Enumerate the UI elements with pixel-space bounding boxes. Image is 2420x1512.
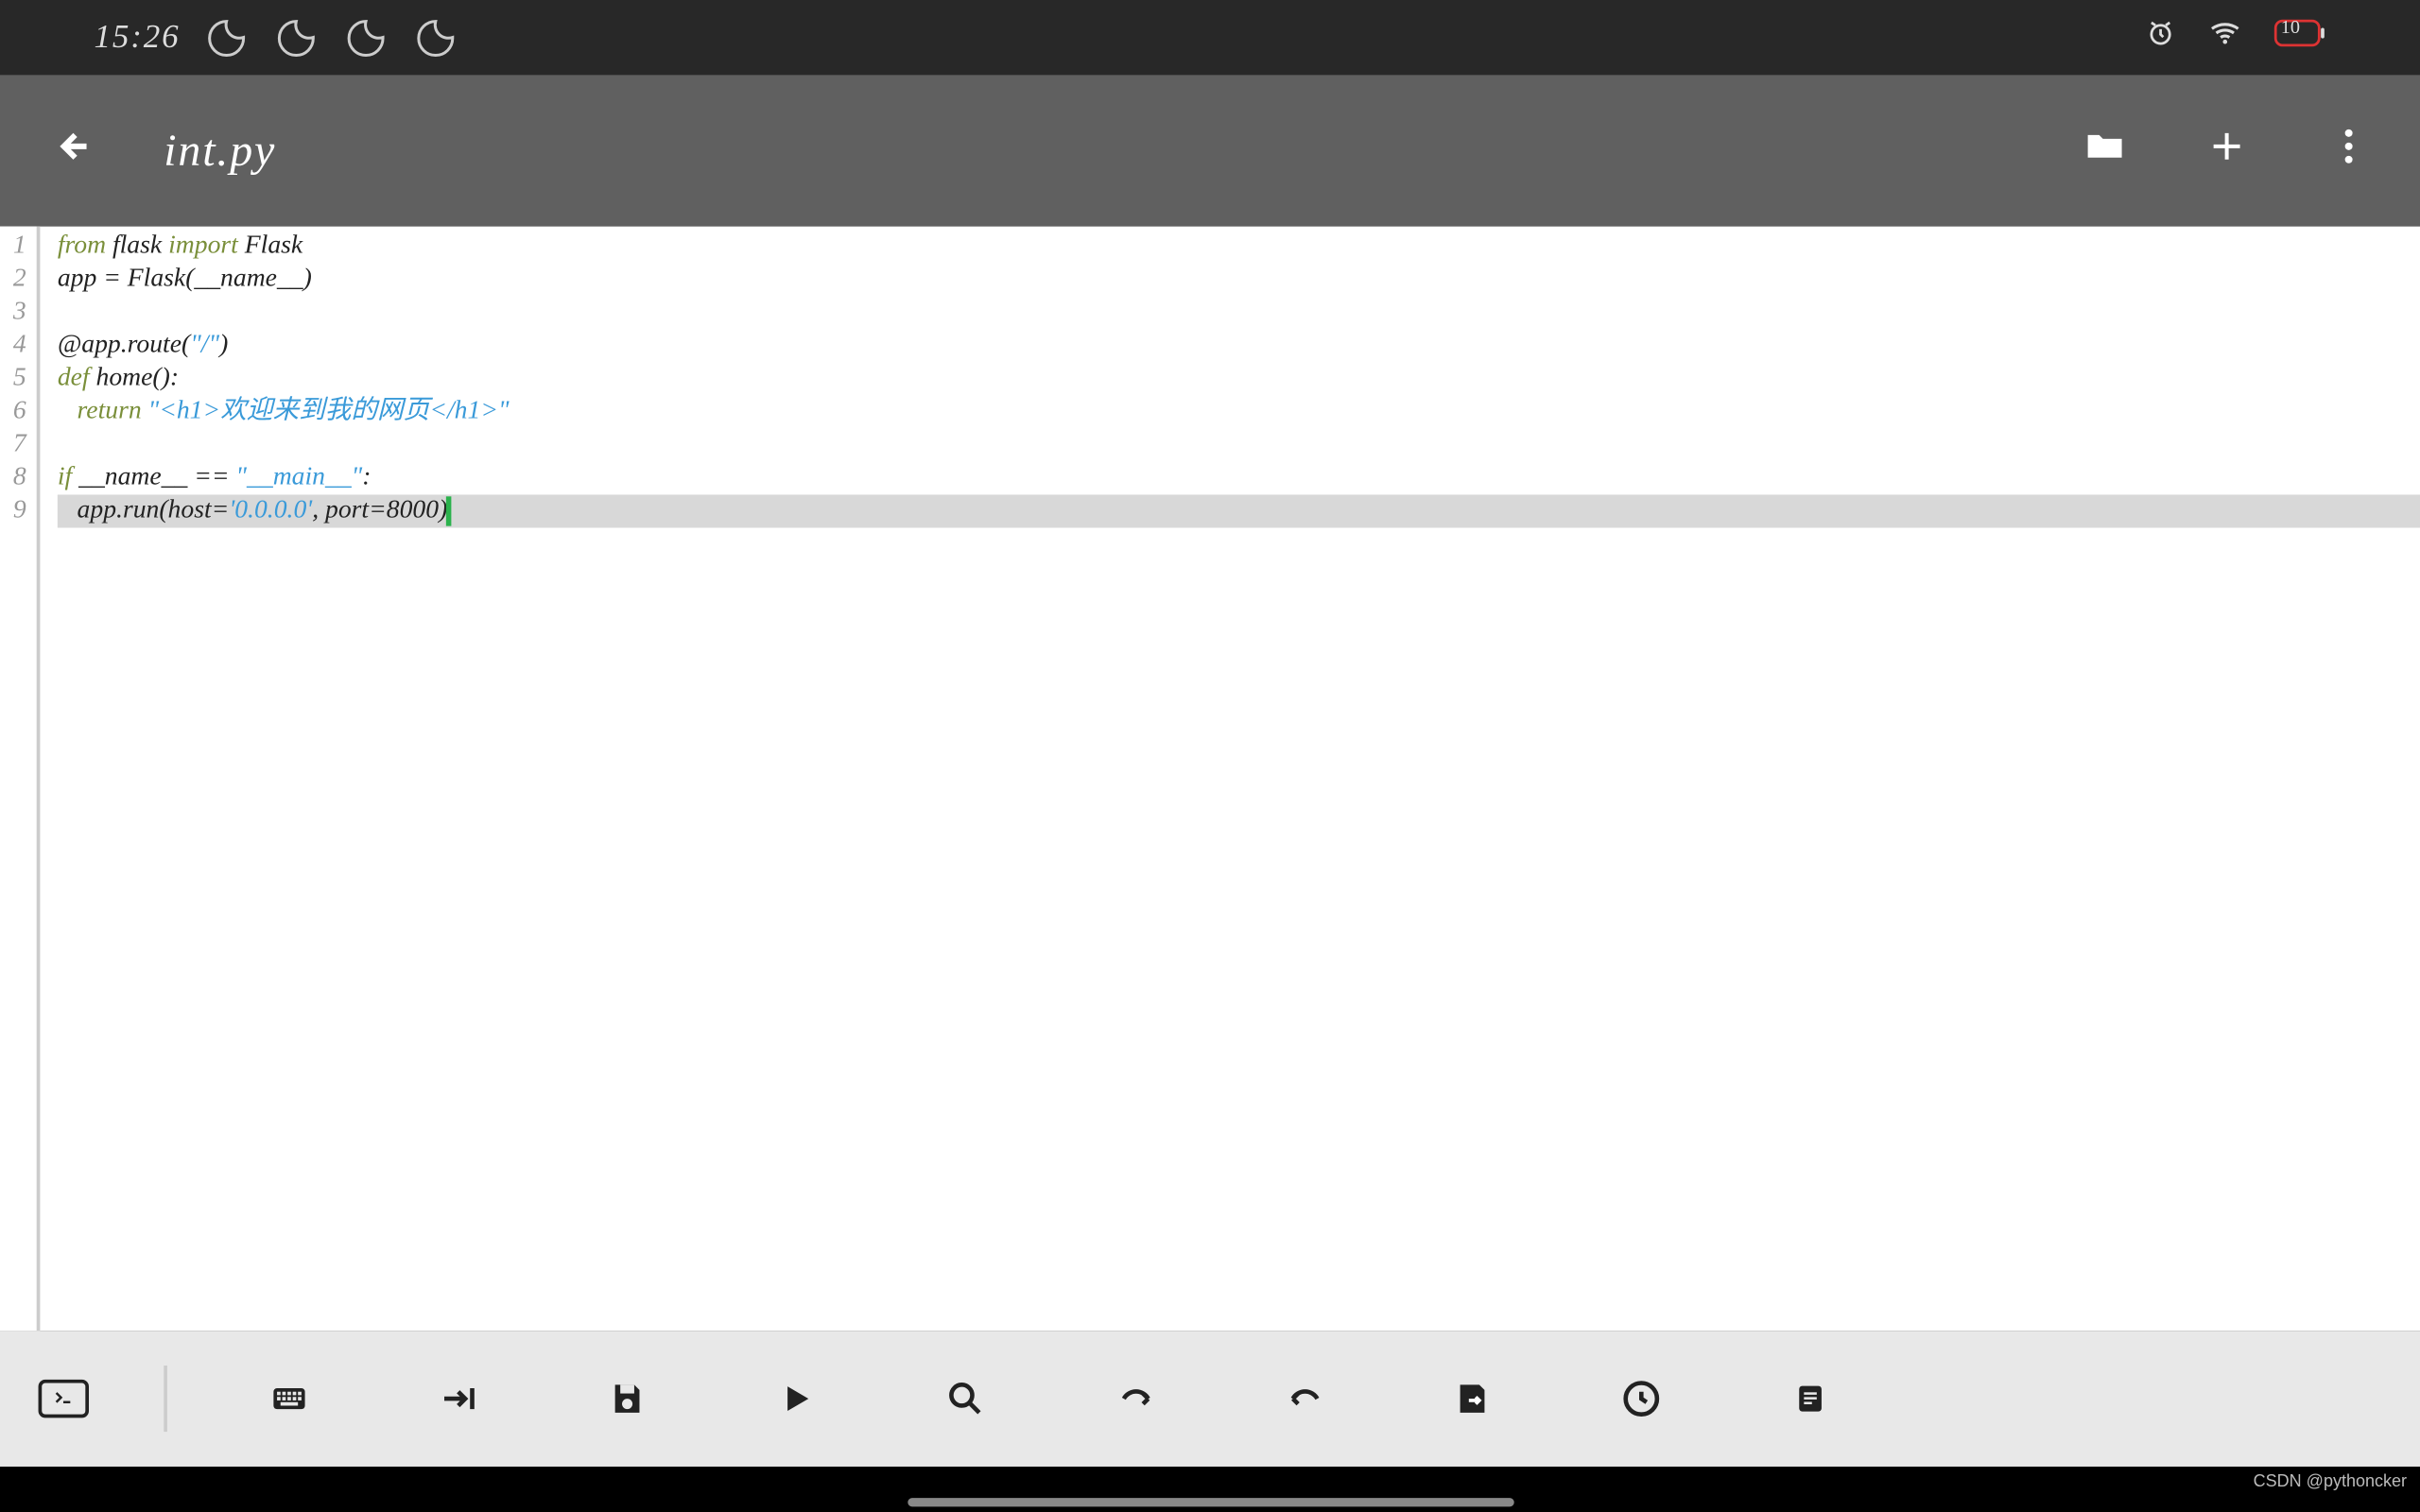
weather-icon <box>344 15 389 60</box>
back-button[interactable] <box>49 124 95 178</box>
more-menu-button[interactable] <box>2326 124 2372 178</box>
alarm-icon <box>2145 17 2176 57</box>
line-number: 5 <box>0 362 26 395</box>
status-bar: 15:26 10 <box>0 0 2420 75</box>
code-line[interactable]: app = Flask(__name__) <box>58 263 2420 296</box>
watermark: CSDN @pythoncker <box>2254 1471 2407 1491</box>
code-line[interactable]: if __name__ == "__main__": <box>58 461 2420 494</box>
code-editor[interactable]: 123456789 from flask import Flaskapp = F… <box>0 227 2420 1332</box>
weather-icon <box>204 15 250 60</box>
notes-button[interactable] <box>1763 1351 1858 1446</box>
folder-button[interactable] <box>2083 124 2128 178</box>
line-number: 3 <box>0 296 26 329</box>
code-line[interactable]: return "<h1>欢迎来到我的网页</h1>" <box>58 395 2420 428</box>
line-number: 9 <box>0 494 26 527</box>
save-button[interactable] <box>580 1351 675 1446</box>
code-line[interactable]: from flask import Flask <box>58 230 2420 263</box>
line-number: 8 <box>0 461 26 494</box>
battery-level: 10 <box>2281 17 2300 38</box>
code-line[interactable]: @app.route("/") <box>58 329 2420 362</box>
redo-button[interactable] <box>1256 1351 1351 1446</box>
search-button[interactable] <box>918 1351 1012 1446</box>
file-title: int.py <box>164 125 276 177</box>
weather-icon <box>413 15 458 60</box>
code-line[interactable]: def home(): <box>58 362 2420 395</box>
terminal-button[interactable] <box>39 1380 89 1418</box>
clock-time: 15:26 <box>95 18 181 57</box>
code-line[interactable] <box>58 296 2420 329</box>
line-number: 2 <box>0 263 26 296</box>
undo-button[interactable] <box>1087 1351 1182 1446</box>
battery-icon: 10 <box>2273 19 2325 56</box>
line-gutter: 123456789 <box>0 227 40 1332</box>
keyboard-button[interactable] <box>242 1351 337 1446</box>
new-file-button[interactable] <box>2204 124 2250 178</box>
app-header: int.py <box>0 75 2420 226</box>
export-button[interactable] <box>1426 1351 1520 1446</box>
line-number: 6 <box>0 395 26 428</box>
line-number: 7 <box>0 428 26 461</box>
run-button[interactable] <box>750 1351 844 1446</box>
wifi-icon <box>2207 16 2242 60</box>
recent-button[interactable] <box>1595 1351 1689 1446</box>
weather-icon <box>274 15 320 60</box>
code-area[interactable]: from flask import Flaskapp = Flask(__nam… <box>40 227 2420 1332</box>
code-line[interactable]: app.run(host='0.0.0.0', port=8000) <box>58 494 2420 527</box>
toolbar-separator <box>164 1366 167 1432</box>
tab-button[interactable] <box>411 1351 506 1446</box>
bottom-toolbar <box>0 1331 2420 1467</box>
code-line[interactable] <box>58 428 2420 461</box>
home-indicator[interactable] <box>907 1498 1512 1506</box>
line-number: 1 <box>0 230 26 263</box>
line-number: 4 <box>0 329 26 362</box>
text-cursor <box>445 496 451 525</box>
